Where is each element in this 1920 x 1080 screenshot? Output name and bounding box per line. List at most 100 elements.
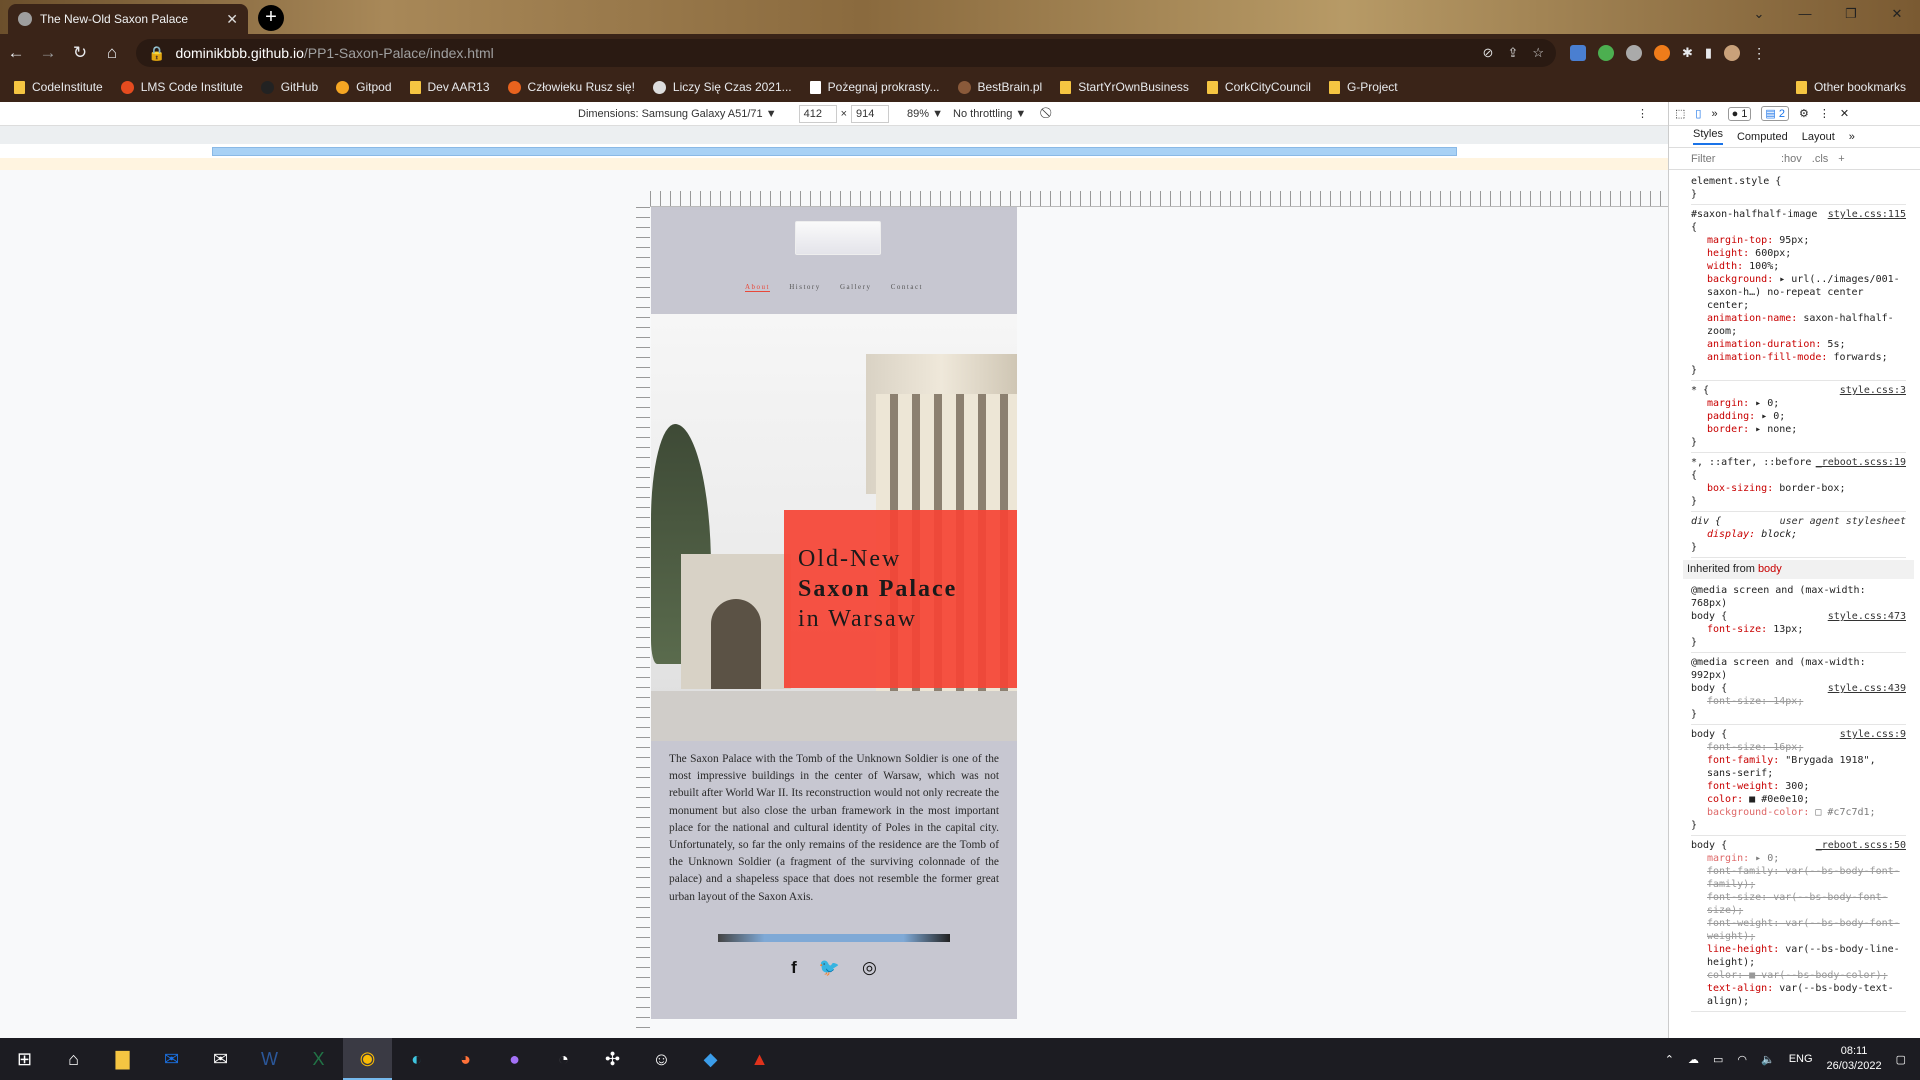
bookmark-item[interactable]: G-Project bbox=[1328, 80, 1398, 94]
speedometer-icon[interactable]: ◔ bbox=[539, 1038, 588, 1080]
rule-element-style[interactable]: element.style {} bbox=[1691, 172, 1906, 205]
rule-div-ua[interactable]: user agent stylesheet div { display: bloc… bbox=[1691, 512, 1906, 558]
orange-extension-icon[interactable] bbox=[1654, 45, 1670, 61]
windows-start-icon[interactable]: ⊞ bbox=[0, 1038, 49, 1080]
excel-icon[interactable]: X bbox=[294, 1038, 343, 1080]
bookmark-item[interactable]: LMS Code Institute bbox=[120, 80, 243, 94]
media-query-range[interactable] bbox=[212, 147, 1457, 156]
more-options-icon[interactable]: ⋮ bbox=[1637, 107, 1648, 120]
puzzle-icon[interactable]: ✱ bbox=[1682, 45, 1693, 61]
github-desktop-icon[interactable]: ● bbox=[490, 1038, 539, 1080]
word-icon[interactable]: W bbox=[245, 1038, 294, 1080]
extension-icon[interactable] bbox=[1626, 45, 1642, 61]
cls-button[interactable]: .cls bbox=[1812, 153, 1829, 165]
messages-badge[interactable]: ▤ 2 bbox=[1761, 106, 1789, 121]
rule-universal[interactable]: style.css:3 * { margin: ▸ 0; padding: ▸ 0… bbox=[1691, 381, 1906, 453]
eye-off-icon[interactable]: ⊘ bbox=[1483, 45, 1494, 61]
rule-body[interactable]: style.css:9 body { font-size: 16px; font-… bbox=[1691, 725, 1906, 836]
errors-badge[interactable]: ● 1 bbox=[1727, 106, 1752, 121]
menu-icon[interactable]: ⋮ bbox=[1752, 45, 1766, 62]
bookmark-item[interactable]: GitHub bbox=[260, 80, 318, 94]
bookmark-item[interactable]: Człowieku Rusz się! bbox=[507, 80, 635, 94]
file-explorer-icon[interactable]: ▇ bbox=[98, 1038, 147, 1080]
nav-contact[interactable]: Contact bbox=[891, 283, 923, 291]
rule-saxon-image[interactable]: style.css:115 #saxon-halfhalf-image { mar… bbox=[1691, 205, 1906, 381]
nav-history[interactable]: History bbox=[789, 283, 821, 291]
bookmark-item[interactable]: Dev AAR13 bbox=[409, 80, 490, 94]
bookmark-item[interactable]: Gitpod bbox=[336, 80, 392, 94]
restore-icon[interactable]: ❐ bbox=[1828, 0, 1874, 30]
onedrive-icon[interactable]: ☁ bbox=[1688, 1053, 1699, 1066]
media-query-bar-breakpoints[interactable] bbox=[0, 158, 1668, 170]
forward-icon[interactable]: → bbox=[32, 43, 64, 63]
rule-body-768[interactable]: @media screen and (max-width: 768px) sty… bbox=[1691, 581, 1906, 653]
zoom-select[interactable]: 89% ▼ bbox=[907, 108, 943, 120]
media-query-bar-max[interactable] bbox=[0, 145, 1668, 157]
site-logo[interactable] bbox=[795, 221, 881, 255]
instagram-icon[interactable]: ◎ bbox=[862, 958, 877, 978]
filter-input[interactable]: Filter bbox=[1691, 153, 1771, 165]
bookmark-item[interactable]: StartYrOwnBusiness bbox=[1060, 80, 1189, 94]
media-query-bar-min[interactable] bbox=[0, 126, 1668, 145]
vscode-icon[interactable]: ◆ bbox=[686, 1038, 735, 1080]
bookmark-item[interactable]: Pożegnaj prokrasty... bbox=[809, 80, 940, 94]
tab-layout[interactable]: Layout bbox=[1802, 131, 1835, 143]
mail-icon[interactable]: ✉ bbox=[196, 1038, 245, 1080]
reload-icon[interactable]: ↻ bbox=[64, 43, 96, 63]
twitter-icon[interactable]: 🐦 bbox=[819, 958, 840, 978]
close-tab-icon[interactable]: ✕ bbox=[226, 11, 238, 28]
minimize-icon[interactable]: — bbox=[1782, 0, 1828, 30]
hov-button[interactable]: :hov bbox=[1781, 153, 1802, 165]
close-devtools-icon[interactable]: ✕ bbox=[1840, 107, 1849, 120]
tab-styles[interactable]: Styles bbox=[1693, 128, 1723, 145]
volume-icon[interactable]: 🔈 bbox=[1761, 1053, 1775, 1066]
bookmark-item[interactable]: BestBrain.pl bbox=[957, 80, 1042, 94]
notifications-icon[interactable]: ▢ bbox=[1896, 1053, 1906, 1066]
sidepanel-icon[interactable]: ▮ bbox=[1705, 45, 1712, 61]
facebook-icon[interactable]: f bbox=[791, 958, 797, 978]
slack-icon[interactable]: ✣ bbox=[588, 1038, 637, 1080]
more-panes-icon[interactable]: » bbox=[1849, 131, 1855, 143]
rule-box-sizing[interactable]: _reboot.scss:19 *, ::after, ::before { bo… bbox=[1691, 453, 1906, 512]
width-input[interactable]: 412 bbox=[798, 104, 837, 123]
bookmark-item[interactable]: CodeInstitute bbox=[14, 80, 103, 94]
acrobat-icon[interactable]: ▲ bbox=[735, 1038, 784, 1080]
clock[interactable]: 08:11 26/03/2022 bbox=[1827, 1044, 1882, 1074]
new-tab-button[interactable]: + bbox=[258, 5, 284, 31]
bookmark-item[interactable]: Liczy Się Czas 2021... bbox=[652, 80, 792, 94]
browser-tab[interactable]: The New-Old Saxon Palace ✕ bbox=[8, 4, 248, 34]
battery-icon[interactable]: ▭ bbox=[1713, 1053, 1723, 1066]
avatar[interactable] bbox=[1724, 45, 1741, 61]
green-extension-icon[interactable] bbox=[1598, 45, 1614, 61]
emoji-app-icon[interactable]: ☺ bbox=[637, 1038, 686, 1080]
outlook-icon[interactable]: ✉ bbox=[147, 1038, 196, 1080]
other-bookmarks[interactable]: Other bookmarks bbox=[1795, 80, 1906, 94]
nav-gallery[interactable]: Gallery bbox=[840, 283, 872, 291]
add-rule-icon[interactable]: + bbox=[1838, 153, 1844, 165]
rule-body-reboot[interactable]: _reboot.scss:50 body { margin: ▸ 0; font-… bbox=[1691, 836, 1906, 1012]
dimensions-select[interactable]: Dimensions: Samsung Galaxy A51/71 ▼ bbox=[578, 108, 777, 120]
chrome-icon[interactable]: ◉ bbox=[343, 1038, 392, 1080]
close-window-icon[interactable]: ✕ bbox=[1874, 0, 1920, 30]
chevron-up-icon[interactable]: ⌃ bbox=[1665, 1053, 1674, 1066]
address-bar[interactable]: 🔒 dominikbbb.github.io/PP1-Saxon-Palace/… bbox=[136, 39, 1556, 67]
inspect-icon[interactable]: ⬚ bbox=[1675, 107, 1685, 120]
nav-about[interactable]: About bbox=[744, 283, 770, 292]
tab-computed[interactable]: Computed bbox=[1737, 131, 1788, 143]
chevron-down-icon[interactable]: ⌄ bbox=[1736, 0, 1782, 30]
height-input[interactable]: 914 bbox=[851, 104, 890, 123]
rule-body-992[interactable]: @media screen and (max-width: 992px) sty… bbox=[1691, 653, 1906, 725]
home-app-icon[interactable]: ⌂ bbox=[49, 1038, 98, 1080]
share-icon[interactable]: ⇪ bbox=[1507, 45, 1518, 61]
gear-icon[interactable]: ⚙ bbox=[1799, 107, 1809, 120]
devtools-menu-icon[interactable]: ⋮ bbox=[1819, 107, 1830, 120]
back-icon[interactable]: ← bbox=[0, 43, 32, 63]
throttling-select[interactable]: No throttling ▼ bbox=[953, 108, 1026, 120]
more-tabs-icon[interactable]: » bbox=[1711, 108, 1717, 120]
device-toggle-icon[interactable]: ▯ bbox=[1695, 107, 1701, 120]
edge-icon[interactable]: ◐ bbox=[392, 1038, 441, 1080]
wifi-icon[interactable]: ◠ bbox=[1737, 1053, 1747, 1066]
language-indicator[interactable]: ENG bbox=[1789, 1053, 1813, 1065]
star-icon[interactable]: ☆ bbox=[1532, 45, 1544, 61]
translate-extension-icon[interactable] bbox=[1570, 45, 1586, 61]
